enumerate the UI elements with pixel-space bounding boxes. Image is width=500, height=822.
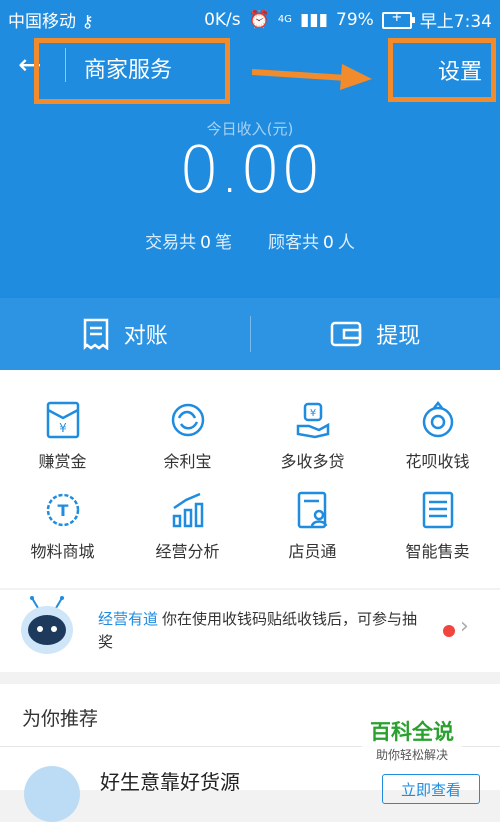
- carrier: 中国移动 ⚷: [8, 7, 94, 32]
- tx-count: 0: [200, 233, 211, 253]
- clock: 早上7:34: [420, 7, 492, 32]
- annotation-box-settings: [388, 38, 496, 102]
- notice-brand: 经营有道: [98, 610, 158, 628]
- network-speed: 0K/s: [204, 10, 241, 30]
- carrier-name: 中国移动: [8, 12, 76, 32]
- service-item[interactable]: 花呗收钱: [375, 400, 500, 472]
- tx-prefix: 交易共: [145, 233, 196, 253]
- chevron-right-icon: ›: [460, 614, 469, 639]
- service-item[interactable]: ¥ 赚赏金: [0, 400, 125, 472]
- key-icon: ⚷: [81, 12, 93, 32]
- envelope-yuan-icon: ¥: [45, 400, 81, 440]
- service-label: 赚赏金: [38, 452, 86, 471]
- service-label: 余利宝: [163, 452, 211, 471]
- huabei-icon: [420, 400, 456, 440]
- status-bar: 中国移动 ⚷ 0K/s ⏰ 4G ▮▮▮ 79% + 早上7:34: [0, 0, 500, 34]
- recommend-item-title[interactable]: 好生意靠好货源: [100, 766, 240, 795]
- goods-icon: [24, 766, 80, 822]
- annotation-box-title: [34, 38, 230, 104]
- watermark-title: 百科全说: [362, 716, 462, 746]
- t-badge-icon: T: [45, 490, 81, 530]
- cust-unit: 人: [338, 233, 355, 253]
- withdraw-label: 提现: [376, 318, 420, 350]
- notice-text: 经营有道你在使用收钱码贴纸收钱后，可参与抽奖: [98, 608, 428, 654]
- tx-unit: 笔: [215, 233, 232, 253]
- view-now-button[interactable]: 立即查看: [382, 774, 480, 804]
- robot-mascot-icon: [18, 596, 76, 658]
- svg-text:¥: ¥: [59, 421, 67, 435]
- service-item[interactable]: ¥ 多收多贷: [250, 400, 375, 472]
- bar-chart-icon: [170, 490, 206, 530]
- wallet-icon: [330, 320, 362, 348]
- signal-icon: ▮▮▮: [300, 10, 328, 30]
- annotation-arrow-icon: [252, 60, 372, 90]
- cust-prefix: 顾客共: [268, 233, 319, 253]
- battery-level: 79%: [336, 10, 374, 30]
- action-bar: 对账 提现: [0, 298, 500, 370]
- unread-dot: [443, 625, 455, 637]
- income-stats: 交易共0笔 顾客共0人: [0, 228, 500, 253]
- alarm-icon: ⏰: [249, 10, 270, 30]
- svg-text:¥: ¥: [309, 408, 315, 419]
- transaction-count: 交易共0笔: [145, 228, 232, 253]
- promo-notice[interactable]: 经营有道你在使用收钱码贴纸收钱后，可参与抽奖 ›: [0, 590, 500, 672]
- service-label: 经营分析: [155, 542, 219, 561]
- vending-icon: [420, 490, 456, 530]
- service-label: 智能售卖: [405, 542, 469, 561]
- service-grid: ¥ 赚赏金 余利宝 ¥ 多收多贷 花呗收钱 T 物料商城: [0, 370, 500, 588]
- watermark-subtitle: 助你轻松解决: [362, 746, 462, 763]
- section-title: 为你推荐: [22, 704, 98, 731]
- service-item[interactable]: 店员通: [250, 490, 375, 562]
- cust-count: 0: [323, 233, 334, 253]
- withdraw-button[interactable]: 提现: [251, 298, 500, 370]
- svg-text:T: T: [57, 501, 68, 520]
- service-label: 花呗收钱: [405, 452, 469, 471]
- service-item[interactable]: 经营分析: [125, 490, 250, 562]
- header: ← 商家服务 设置 今日收入(元) 0.00 交易共0笔 顾客共0人: [0, 34, 500, 298]
- network-type: 4G: [278, 14, 292, 25]
- income-amount: 0.00: [0, 134, 500, 208]
- reconcile-label: 对账: [124, 318, 168, 350]
- reconcile-button[interactable]: 对账: [0, 298, 250, 370]
- battery-icon: +: [382, 12, 412, 29]
- service-item[interactable]: T 物料商城: [0, 490, 125, 562]
- watermark: 百科全说 助你轻松解决: [362, 716, 462, 763]
- staff-id-icon: [295, 490, 331, 530]
- service-label: 多收多贷: [280, 452, 344, 471]
- service-item[interactable]: 智能售卖: [375, 490, 500, 562]
- receipt-icon: [82, 318, 110, 350]
- service-label: 物料商城: [30, 542, 94, 561]
- yu-e-bao-icon: [170, 400, 206, 440]
- customer-count: 顾客共0人: [268, 228, 355, 253]
- service-item[interactable]: 余利宝: [125, 400, 250, 472]
- service-label: 店员通: [288, 542, 336, 561]
- hand-money-icon: ¥: [295, 400, 331, 440]
